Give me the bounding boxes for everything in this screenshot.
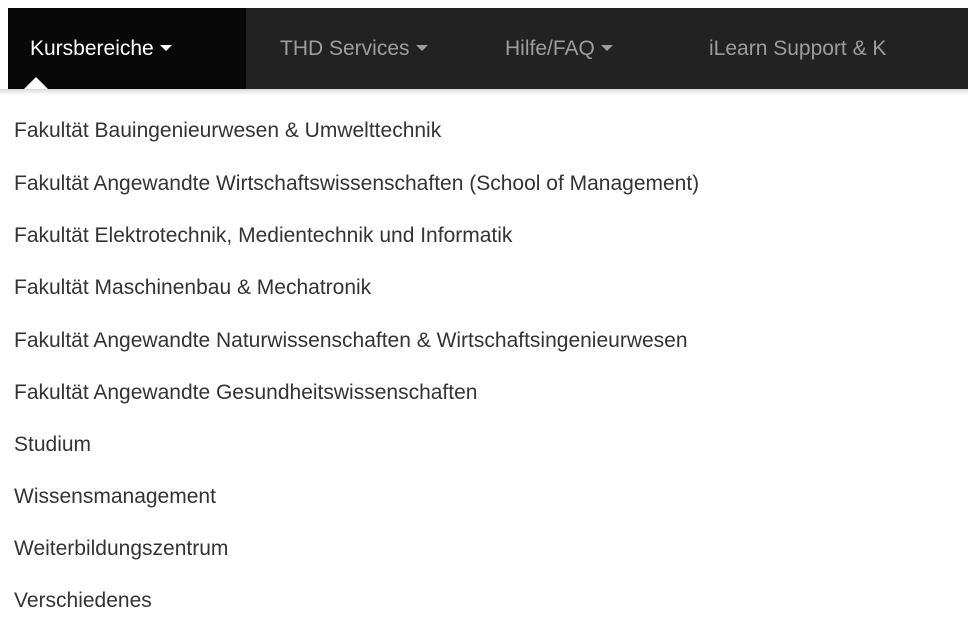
dropdown-item-studium[interactable]: Studium	[14, 427, 91, 463]
dropdown-item-elektrotechnik[interactable]: Fakultät Elektrotechnik, Medientechnik u…	[14, 218, 512, 254]
dropdown-item-naturwissenschaften[interactable]: Fakultät Angewandte Naturwissenschaften …	[14, 323, 688, 359]
dropdown-item-bauingenieurwesen[interactable]: Fakultät Bauingenieurwesen & Umwelttechn…	[14, 113, 441, 149]
dropdown-item-wissensmanagement[interactable]: Wissensmanagement	[14, 479, 216, 515]
nav-item-label: Hilfe/FAQ	[505, 37, 595, 60]
nav-item-label: iLearn Support & K	[709, 37, 887, 60]
dropdown-pointer-arrow	[24, 77, 48, 89]
nav-item-label: THD Services	[280, 37, 410, 60]
kursbereiche-dropdown-menu: Fakultät Bauingenieurwesen & Umwelttechn…	[0, 95, 968, 612]
nav-hilfe-faq-dropdown[interactable]: Hilfe/FAQ	[505, 8, 613, 89]
dropdown-item-wirtschaftswissenschaften[interactable]: Fakultät Angewandte Wirtschaftswissensch…	[14, 166, 699, 202]
dropdown-item-weiterbildungszentrum[interactable]: Weiterbildungszentrum	[14, 531, 228, 567]
nav-ilearn-support-dropdown[interactable]: iLearn Support & K	[709, 8, 886, 89]
nav-item-label: Kursbereiche	[30, 37, 154, 60]
top-navbar: Kursbereiche THD Services Hilfe/FAQ iLea…	[0, 0, 968, 90]
caret-down-icon	[415, 45, 428, 52]
nav-thd-services-dropdown[interactable]: THD Services	[280, 8, 428, 89]
dropdown-item-verschiedenes[interactable]: Verschiedenes	[14, 583, 152, 619]
dropdown-item-maschinenbau[interactable]: Fakultät Maschinenbau & Mechatronik	[14, 270, 371, 306]
navbar-bar: Kursbereiche THD Services Hilfe/FAQ iLea…	[8, 8, 968, 89]
caret-down-icon	[159, 45, 172, 52]
caret-down-icon	[600, 45, 613, 52]
dropdown-item-gesundheitswissenschaften[interactable]: Fakultät Angewandte Gesundheitswissensch…	[14, 375, 477, 411]
